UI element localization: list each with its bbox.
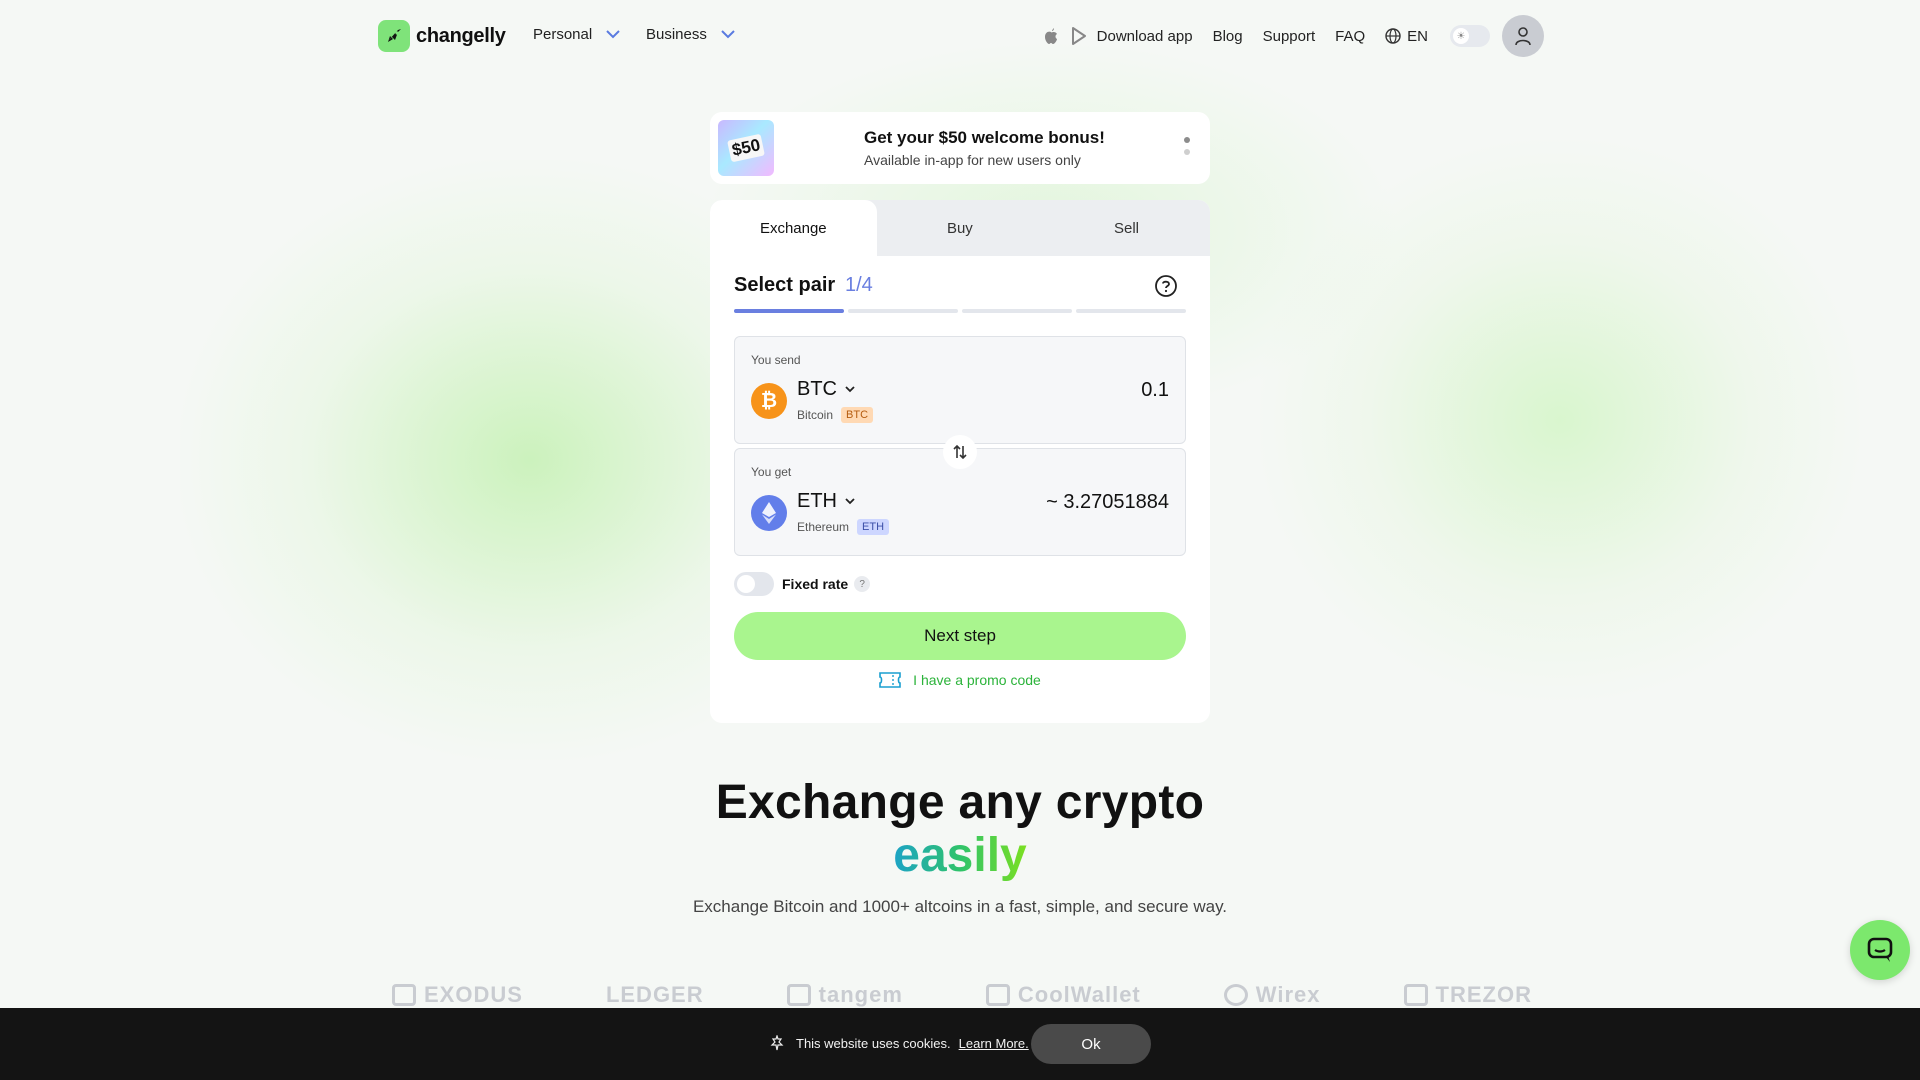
- hero-subtitle: Exchange Bitcoin and 1000+ altcoins in a…: [692, 897, 1228, 916]
- welcome-bonus-banner[interactable]: $50 Get your $50 welcome bonus! Availabl…: [710, 112, 1210, 184]
- hero-accent: easily: [0, 828, 1920, 883]
- send-amount-input[interactable]: 0.1: [1141, 379, 1169, 402]
- nav-business[interactable]: Business: [646, 26, 735, 43]
- support-link[interactable]: Support: [1263, 28, 1316, 45]
- send-ticker: BTC: [797, 378, 837, 400]
- exchange-widget: Exchange Buy Sell Select pair 1/4 You se…: [710, 200, 1210, 723]
- get-coin-name: Ethereum ETH: [797, 519, 890, 535]
- changelly-logo[interactable]: changelly: [378, 20, 506, 52]
- hero-title: Exchange any crypto: [715, 776, 1205, 829]
- chat-support-button[interactable]: [1850, 920, 1910, 980]
- cookie-icon: [770, 1035, 784, 1051]
- partner-logo-exodus: EXODUS: [392, 982, 523, 1008]
- send-network-badge: BTC: [841, 407, 874, 423]
- bonus-image: $50: [718, 120, 774, 176]
- fixed-rate-row: Fixed rate ?: [734, 572, 871, 596]
- get-name: Ethereum: [797, 520, 850, 534]
- step-title: Select pair: [734, 274, 836, 296]
- partner-logos: EXODUS LEDGER tangem CoolWallet Wirex TR…: [392, 982, 1532, 1008]
- user-icon: [1515, 27, 1531, 46]
- chevron-down-icon: [721, 30, 735, 39]
- step-progress: [734, 309, 1186, 313]
- globe-icon: [1385, 28, 1401, 44]
- partner-logo-tangem: tangem: [786, 982, 903, 1008]
- chevron-down-icon: [606, 30, 620, 39]
- cookie-ok-button[interactable]: Ok: [1031, 1024, 1151, 1064]
- cookie-learn-more-link[interactable]: Learn More.: [959, 1036, 1029, 1051]
- cookie-message: This website uses cookies. Learn More.: [770, 1035, 1029, 1051]
- send-field: You send ₿ BTC Bitcoin BTC 0.1: [734, 336, 1186, 444]
- google-play-icon[interactable]: [1071, 27, 1087, 45]
- send-label: You send: [751, 353, 801, 367]
- language-selector[interactable]: EN: [1385, 28, 1428, 45]
- hero-accent-text: easily: [893, 829, 1027, 882]
- ethereum-icon: [751, 495, 787, 531]
- fixed-rate-help-icon[interactable]: ?: [854, 576, 871, 592]
- right-nav: Download app Blog Support FAQ EN ☀: [1043, 15, 1544, 57]
- promo-title: Get your $50 welcome bonus!: [864, 128, 1105, 147]
- get-label: You get: [751, 465, 792, 479]
- partner-logo-trezor: TREZOR: [1403, 982, 1532, 1008]
- tab-exchange[interactable]: Exchange: [710, 200, 877, 256]
- chat-icon: [1867, 937, 1893, 962]
- nav-business-label: Business: [646, 26, 707, 43]
- cookie-banner: This website uses cookies. Learn More. O…: [0, 1008, 1920, 1080]
- send-coin-name: Bitcoin BTC: [797, 407, 874, 423]
- top-header: changelly Personal Business Download app…: [378, 15, 1544, 57]
- get-amount: ~ 3.27051884: [1046, 491, 1169, 513]
- blog-link[interactable]: Blog: [1213, 28, 1243, 45]
- get-currency-selector[interactable]: ETH: [797, 490, 855, 513]
- send-name: Bitcoin: [797, 408, 834, 422]
- next-step-button[interactable]: Next step: [734, 612, 1186, 660]
- promo-subtitle: Available in-app for new users only: [864, 152, 1081, 168]
- rocket-icon: [378, 20, 410, 52]
- store-icons: [1043, 27, 1087, 45]
- exchange-tabs: Exchange Buy Sell: [710, 200, 1210, 256]
- nav-personal[interactable]: Personal: [533, 26, 620, 43]
- download-app-link[interactable]: Download app: [1097, 28, 1193, 45]
- sun-icon: ☀: [1453, 28, 1469, 44]
- send-currency-selector[interactable]: BTC: [797, 378, 855, 401]
- ticket-icon: [879, 672, 901, 688]
- faq-link[interactable]: FAQ: [1335, 28, 1365, 45]
- fixed-rate-label: Fixed rate: [782, 576, 849, 592]
- tab-buy[interactable]: Buy: [877, 200, 1044, 256]
- bonus-image-text: $50: [726, 133, 766, 163]
- help-icon[interactable]: [1154, 274, 1178, 298]
- chevron-down-icon: [845, 386, 855, 393]
- user-avatar[interactable]: [1502, 15, 1544, 57]
- logo-text: changelly: [416, 24, 506, 47]
- theme-toggle[interactable]: ☀: [1450, 25, 1490, 47]
- fixed-rate-toggle[interactable]: [734, 572, 774, 596]
- language-label: EN: [1407, 27, 1428, 45]
- tab-sell[interactable]: Sell: [1043, 200, 1210, 256]
- promo-code-link[interactable]: I have a promo code: [710, 672, 1210, 688]
- partner-logo-ledger: LEDGER: [605, 982, 704, 1007]
- promo-code-label: I have a promo code: [913, 672, 1041, 688]
- get-ticker: ETH: [797, 490, 837, 512]
- nav-personal-label: Personal: [533, 26, 593, 43]
- bitcoin-icon: ₿: [751, 383, 787, 419]
- swap-icon[interactable]: [943, 435, 977, 469]
- partner-logo-wirex: Wirex: [1223, 982, 1321, 1008]
- carousel-dots[interactable]: [1184, 137, 1190, 161]
- get-network-badge: ETH: [857, 519, 890, 535]
- apple-icon[interactable]: [1043, 27, 1059, 45]
- chevron-down-icon: [845, 498, 855, 505]
- partner-logo-coolwallet: CoolWallet: [985, 982, 1141, 1008]
- step-count: 1/4: [845, 274, 873, 296]
- cookie-text: This website uses cookies.: [796, 1035, 951, 1051]
